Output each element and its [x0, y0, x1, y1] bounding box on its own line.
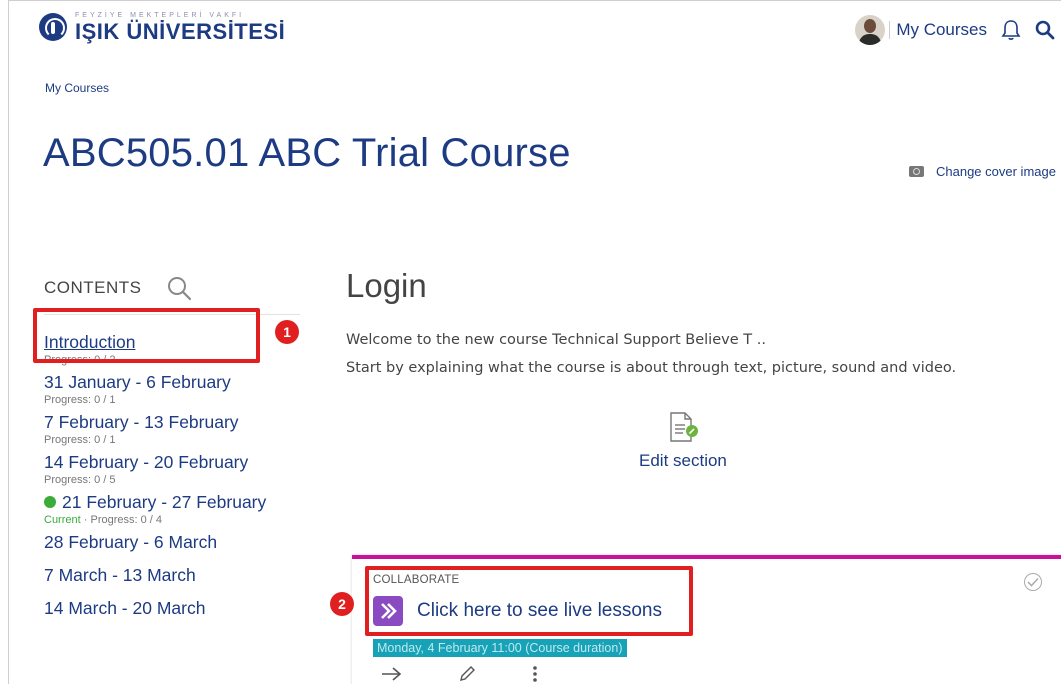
bell-icon[interactable]: [1001, 19, 1021, 41]
pencil-icon[interactable]: [458, 665, 476, 683]
section-summary-line-2: Start by explaining what the course is a…: [346, 360, 957, 376]
course-title: ABC505.01 ABC Trial Course: [43, 131, 571, 175]
edit-document-icon: [665, 411, 701, 445]
toc-item-week-3[interactable]: 14 February - 20 February Progress: 0 / …: [44, 451, 314, 487]
callout-number-1: 1: [275, 320, 299, 344]
toc-item-label[interactable]: 21 February - 27 February: [62, 491, 266, 513]
user-avatar[interactable]: [855, 15, 886, 45]
university-logo[interactable]: FEYZİYE MEKTEPLERİ VAKFI IŞIK ÜNİVERSİTE…: [39, 7, 285, 47]
toc-item-week-4-current[interactable]: 21 February - 27 February Current · Prog…: [44, 491, 314, 527]
section-summary-line-1: Welcome to the new course Technical Supp…: [346, 332, 766, 348]
nav-divider: [889, 21, 891, 39]
logo-name: IŞIK ÜNİVERSİTESİ: [75, 18, 286, 44]
toc-item-label[interactable]: 7 March - 13 March: [44, 564, 314, 586]
toc-item-label[interactable]: 7 February - 13 February: [44, 411, 314, 433]
change-cover-image-link[interactable]: Change cover image: [909, 164, 1056, 179]
activity-tools: [380, 665, 538, 683]
section-title: Login: [346, 267, 427, 304]
toc-item-week-7[interactable]: 14 March - 20 March: [44, 597, 314, 619]
university-emblem-icon: [39, 13, 67, 41]
search-icon[interactable]: [1035, 20, 1055, 40]
contents-title: CONTENTS: [44, 278, 142, 297]
toc-item-current-row[interactable]: 21 February - 27 February: [44, 491, 314, 513]
toc-item-label[interactable]: 31 January - 6 February: [44, 371, 314, 393]
change-cover-label: Change cover image: [936, 164, 1056, 179]
callout-number-2: 2: [330, 592, 354, 616]
toc-item-progress: Progress: 0 / 1: [44, 394, 116, 406]
page-frame: FEYZİYE MEKTEPLERİ VAKFI IŞIK ÜNİVERSİTE…: [8, 0, 1061, 684]
toc-item-week-6[interactable]: 7 March - 13 March: [44, 564, 314, 586]
toc-item-progress: Progress: 0 / 1: [44, 434, 116, 446]
callout-box-1: [33, 308, 260, 363]
table-of-contents: Introduction Progress: 0 / 2 31 January …: [44, 331, 314, 623]
toc-item-label[interactable]: 28 February - 6 March: [44, 531, 314, 553]
arrow-right-icon[interactable]: [380, 666, 402, 682]
toc-item-week-5[interactable]: 28 February - 6 March: [44, 531, 314, 553]
current-badge: Current: [44, 514, 81, 526]
toc-item-week-1[interactable]: 31 January - 6 February Progress: 0 / 1: [44, 371, 314, 407]
current-week-dot-icon: [44, 496, 56, 508]
toc-item-progress: Progress: 0 / 4: [90, 514, 163, 526]
more-options-icon[interactable]: [532, 665, 538, 683]
breadcrumb[interactable]: My Courses: [45, 81, 109, 95]
toc-item-label[interactable]: 14 February - 20 February: [44, 451, 314, 473]
toc-item-week-2[interactable]: 7 February - 13 February Progress: 0 / 1: [44, 411, 314, 447]
top-navigation: My Courses: [855, 15, 1055, 45]
camera-icon: [909, 166, 924, 177]
edit-section-label: Edit section: [639, 451, 727, 470]
contents-header: CONTENTS: [44, 275, 192, 301]
toc-item-label[interactable]: 14 March - 20 March: [44, 597, 314, 619]
current-separator: ·: [83, 514, 88, 526]
section-summary: Welcome to the new course Technical Supp…: [346, 326, 956, 382]
my-courses-link[interactable]: My Courses: [896, 20, 987, 40]
breadcrumb-my-courses[interactable]: My Courses: [45, 81, 109, 95]
callout-box-2: [365, 566, 693, 636]
edit-section-button[interactable]: Edit section: [639, 411, 727, 471]
contents-search-icon[interactable]: [166, 275, 192, 301]
toc-item-progress: Progress: 0 / 5: [44, 474, 116, 486]
toc-item-progress-row: Current · Progress: 0 / 4: [44, 513, 314, 527]
completion-check-icon[interactable]: [1024, 573, 1042, 591]
activity-date-badge: Monday, 4 February 11:00 (Course duratio…: [373, 639, 627, 657]
